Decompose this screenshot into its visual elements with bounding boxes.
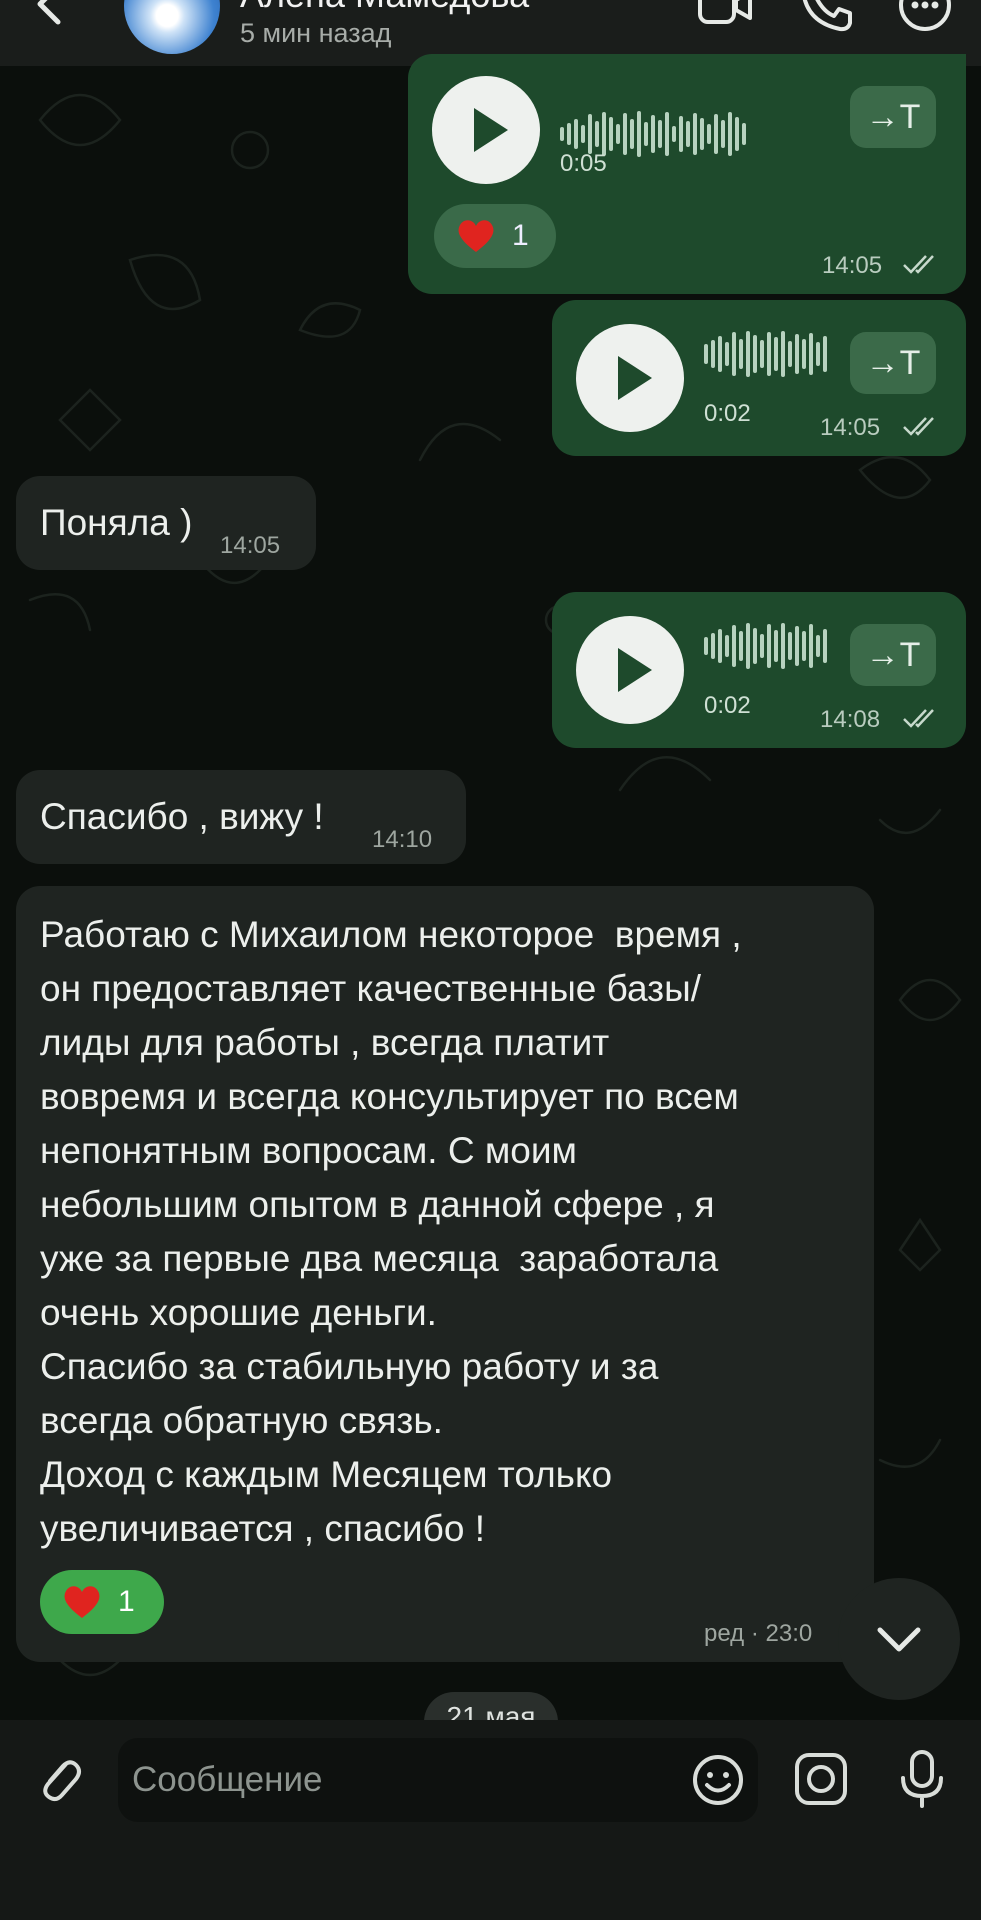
voice-duration: 0:02 — [704, 692, 751, 719]
message-text: Работаю с Михаилом некоторое время , он … — [40, 914, 742, 1549]
voice-message[interactable]: 0:02 →T 14:05 — [552, 300, 966, 456]
message-time: 14:08 — [820, 706, 881, 733]
voice-message[interactable]: 0:05 →T 1 14:05 — [408, 54, 966, 294]
message-edited-time: ред · 23:0 — [704, 1620, 813, 1647]
message-text: Спасибо , вижу ! — [40, 796, 324, 837]
play-button[interactable] — [576, 324, 684, 432]
message-time: 14:05 — [220, 532, 281, 559]
contact-name[interactable]: Алена Мамедова — [240, 0, 529, 16]
emoji-icon[interactable] — [690, 1752, 746, 1808]
read-checkmarks-icon — [903, 417, 934, 436]
message-field[interactable] — [118, 1738, 758, 1822]
incoming-message[interactable]: Спасибо , вижу ! 14:10 — [16, 770, 466, 864]
message-time: 14:10 — [372, 826, 433, 853]
reaction-count: 1 — [118, 1585, 135, 1618]
play-button[interactable] — [432, 76, 540, 184]
reaction-badge[interactable]: 1 — [434, 204, 556, 268]
phone-call-icon[interactable] — [798, 0, 856, 34]
microphone-icon[interactable] — [894, 1748, 950, 1810]
transcribe-button[interactable]: →T — [850, 624, 936, 686]
message-time: 14:05 — [820, 414, 881, 441]
chevron-down-icon — [877, 1627, 921, 1652]
read-checkmarks-icon — [903, 709, 934, 728]
message-text: Поняла ) — [40, 502, 193, 543]
message-input[interactable] — [132, 1738, 672, 1822]
reaction-count: 1 — [512, 219, 529, 252]
play-button[interactable] — [576, 616, 684, 724]
voice-waveform[interactable] — [704, 622, 827, 670]
contact-last-seen: 5 мин назад — [240, 18, 392, 48]
voice-duration: 0:05 — [560, 150, 607, 177]
back-arrow-icon[interactable] — [22, 0, 82, 38]
video-call-icon[interactable] — [696, 0, 754, 34]
transcribe-button[interactable]: →T — [850, 332, 936, 394]
contact-avatar[interactable] — [124, 0, 220, 54]
reaction-badge[interactable]: 1 — [40, 1570, 164, 1634]
heart-icon — [64, 1586, 100, 1618]
voice-duration: 0:02 — [704, 400, 751, 427]
more-options-icon[interactable] — [896, 0, 954, 34]
incoming-message[interactable]: Работаю с Михаилом некоторое время , он … — [16, 886, 874, 1662]
camera-icon[interactable] — [792, 1750, 850, 1808]
voice-waveform[interactable] — [704, 330, 827, 378]
incoming-message[interactable]: Поняла ) 14:05 — [16, 476, 316, 570]
read-checkmarks-icon — [903, 255, 934, 274]
heart-icon — [458, 220, 494, 252]
scroll-to-bottom-button[interactable] — [838, 1578, 960, 1700]
message-time: 14:05 — [822, 252, 883, 279]
transcribe-button[interactable]: →T — [850, 86, 936, 148]
voice-message[interactable]: 0:02 →T 14:08 — [552, 592, 966, 748]
paperclip-icon[interactable] — [32, 1752, 86, 1806]
